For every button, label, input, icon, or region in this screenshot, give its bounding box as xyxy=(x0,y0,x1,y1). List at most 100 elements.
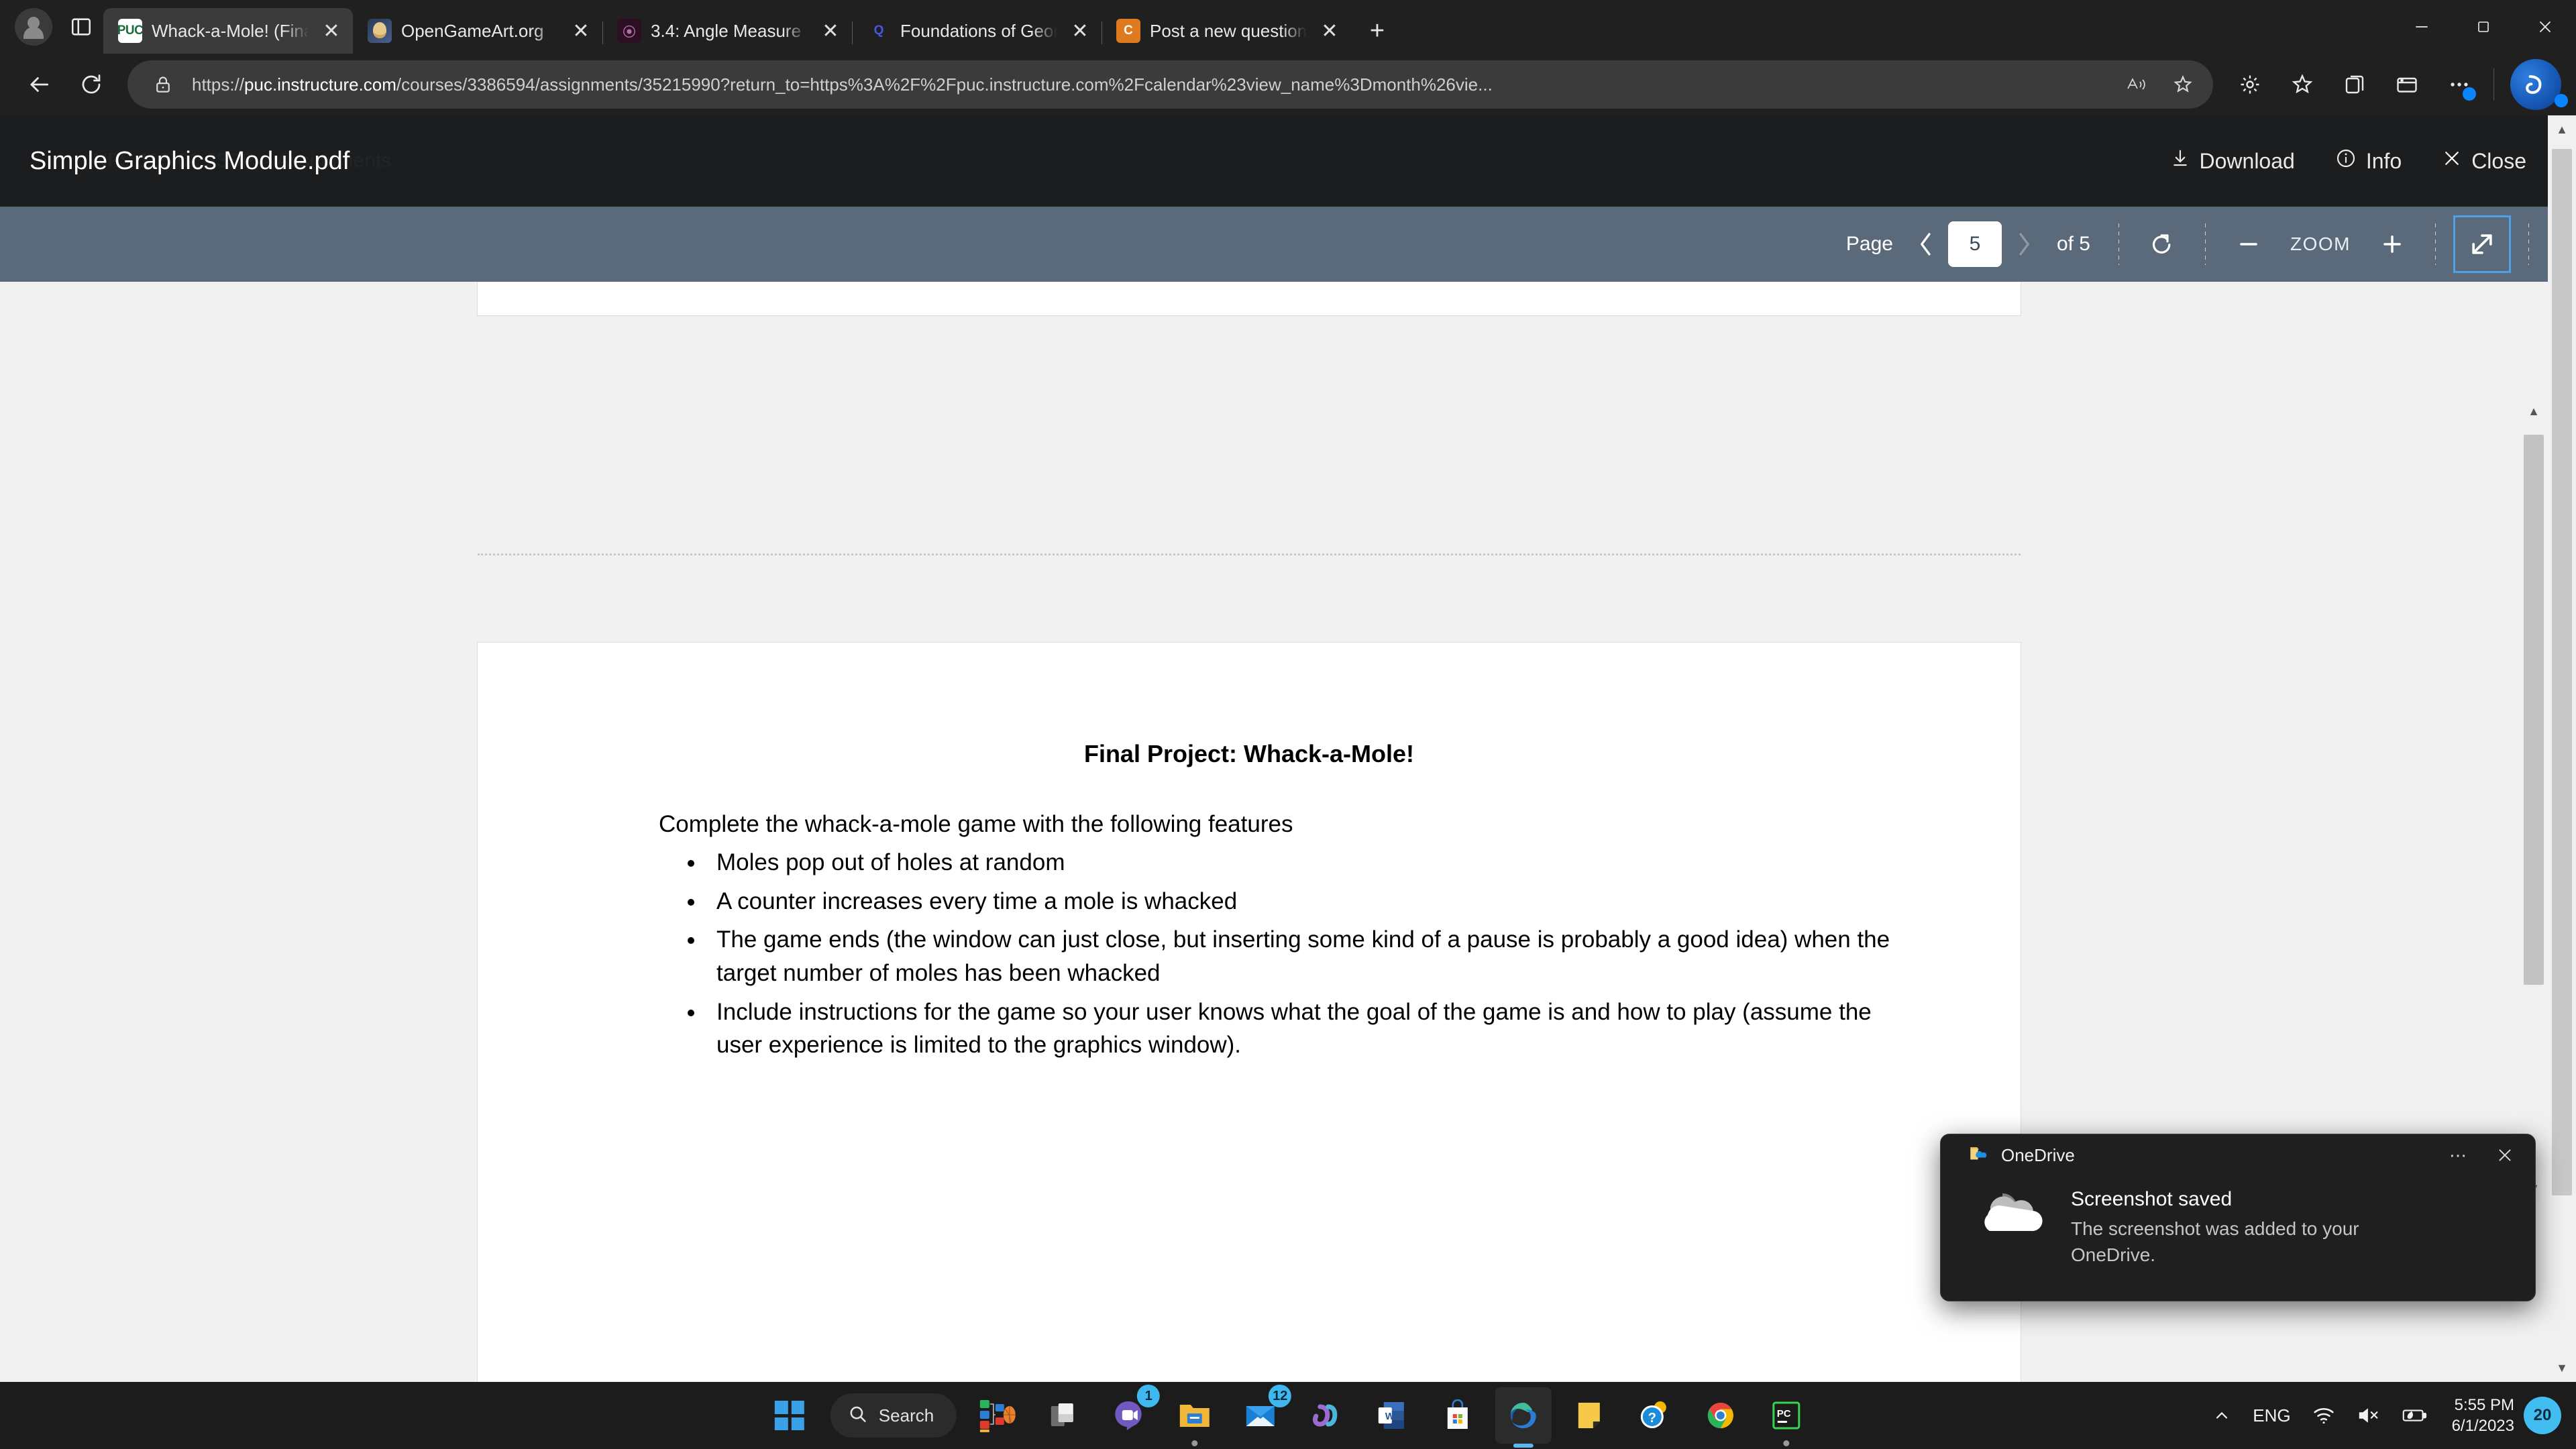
refresh-button[interactable] xyxy=(67,60,115,109)
favorites-icon[interactable] xyxy=(2277,60,2327,109)
taskbar-item-chrome[interactable] xyxy=(1693,1387,1749,1444)
taskbar-item-file-explorer-alt[interactable] xyxy=(1035,1387,1091,1444)
battery-saver-icon[interactable] xyxy=(2390,1392,2438,1439)
tab-foundations-of-geometry[interactable]: Q Foundations of Geometry - 9780 ✕ xyxy=(852,8,1102,54)
tab-close-icon[interactable]: ✕ xyxy=(1316,17,1343,44)
tab-whack-a-mole[interactable]: PUC Whack-a-Mole! (Final Project) ✕ xyxy=(103,8,353,54)
pdf-page-navigation: Page of 5 xyxy=(1835,221,2101,267)
fullscreen-button[interactable] xyxy=(2453,215,2511,273)
page-vertical-scrollbar[interactable]: ▲ ▼ xyxy=(2548,115,2576,1382)
address-bar-url: https://puc.instructure.com/courses/3386… xyxy=(192,74,1493,95)
chevron-up-icon[interactable] xyxy=(2202,1392,2242,1439)
pdf-vertical-scrollbar[interactable]: ▲ ▼ xyxy=(2520,397,2548,1202)
taskbar-item-mail[interactable]: 12 xyxy=(1232,1385,1292,1444)
info-button[interactable]: Info xyxy=(2315,130,2422,192)
volume-muted-icon[interactable] xyxy=(2346,1392,2390,1439)
taskbar-item-pycharm[interactable]: PC xyxy=(1758,1387,1815,1446)
list-item: Include instructions for the game so you… xyxy=(706,996,1913,1062)
pearson-icon: ⦿ xyxy=(617,19,641,43)
copilot-icon[interactable] xyxy=(2510,59,2561,110)
zoom-in-button[interactable] xyxy=(2367,219,2418,270)
scrollbar-thumb[interactable] xyxy=(2524,435,2544,985)
opengameart-icon xyxy=(368,19,392,43)
previous-page-button[interactable] xyxy=(1904,222,1948,266)
taskbar-badge: 1 xyxy=(1137,1385,1161,1407)
close-preview-button[interactable]: Close xyxy=(2422,130,2546,192)
pdf-preview-header: Simple Graphics Module.pdf Download Info… xyxy=(0,115,2576,207)
minimize-button[interactable] xyxy=(2391,0,2453,54)
toast-message: The screenshot was added to your OneDriv… xyxy=(2071,1218,2359,1265)
next-page-button[interactable] xyxy=(2002,222,2046,266)
taskbar-item-task-view[interactable] xyxy=(969,1387,1026,1444)
toast-header: OneDrive ⋯ xyxy=(1941,1134,2535,1176)
taskbar-item-copilot[interactable] xyxy=(1298,1387,1354,1444)
taskbar-item-edge[interactable] xyxy=(1495,1387,1552,1448)
browser-toolbar-actions xyxy=(2225,59,2561,110)
clock-time: 5:55 PM xyxy=(2454,1395,2514,1414)
page-number-input[interactable] xyxy=(1947,221,2002,267)
scrollbar-thumb[interactable] xyxy=(2552,149,2572,1195)
split-screen-icon[interactable] xyxy=(2382,60,2432,109)
tab-post-a-new-question[interactable]: C Post a new question ✕ xyxy=(1102,8,1351,54)
tab-title: OpenGameArt.org xyxy=(401,20,544,41)
language-indicator[interactable]: ENG xyxy=(2242,1392,2301,1439)
running-indicator xyxy=(1513,1444,1534,1448)
toast-text: Screenshot saved The screenshot was adde… xyxy=(2071,1183,2447,1268)
toolbar-divider xyxy=(2493,68,2494,101)
tab-close-icon[interactable]: ✕ xyxy=(318,17,345,44)
address-bar[interactable]: https://puc.instructure.com/courses/3386… xyxy=(127,60,2568,109)
profile-avatar-button[interactable] xyxy=(15,8,52,46)
close-window-button[interactable] xyxy=(2514,0,2576,54)
windows-start-icon[interactable] xyxy=(761,1387,818,1444)
toolbar-divider xyxy=(2118,223,2119,265)
maximize-button[interactable] xyxy=(2453,0,2514,54)
clock[interactable]: 5:55 PM 6/1/2023 xyxy=(2438,1395,2524,1436)
tab-actions-icon[interactable] xyxy=(66,11,97,42)
tab-opengameart[interactable]: OpenGameArt.org ✕ xyxy=(353,8,603,54)
tab-angle-measure[interactable]: ⦿ 3.4: Angle Measure and the Protr ✕ xyxy=(602,8,853,54)
close-icon[interactable] xyxy=(2487,1139,2523,1171)
document-bullet-list: Moles pop out of holes at random A count… xyxy=(706,846,1913,1062)
read-aloud-icon[interactable] xyxy=(2118,66,2154,103)
lock-icon xyxy=(145,66,181,103)
zoom-out-button[interactable] xyxy=(2223,219,2274,270)
wifi-icon[interactable] xyxy=(2302,1392,2346,1439)
document-heading: Final Project: Whack-a-Mole! xyxy=(1083,740,1415,767)
taskbar-item-teams[interactable]: 1 xyxy=(1101,1385,1161,1444)
notification-count-badge[interactable]: 20 xyxy=(2524,1397,2561,1434)
svg-text:?: ? xyxy=(1648,1411,1656,1426)
rotate-button[interactable] xyxy=(2137,219,2188,270)
more-options-icon[interactable]: ⋯ xyxy=(2440,1139,2476,1171)
browser-essentials-icon[interactable] xyxy=(2225,60,2275,109)
back-button[interactable] xyxy=(15,60,63,109)
scroll-up-icon[interactable]: ▲ xyxy=(2548,115,2576,144)
taskbar-item-help[interactable]: ? xyxy=(1627,1387,1683,1444)
taskbar-badge: 12 xyxy=(1269,1385,1292,1407)
onedrive-notification-toast[interactable]: OneDrive ⋯ Screenshot saved The screensh… xyxy=(1940,1134,2536,1301)
pdf-page-4 xyxy=(478,282,2021,315)
scroll-down-icon[interactable]: ▼ xyxy=(2548,1354,2576,1382)
download-button[interactable]: Download xyxy=(2150,130,2315,192)
chegg-icon: C xyxy=(1116,19,1140,43)
toast-app-name: OneDrive xyxy=(2001,1144,2075,1165)
taskbar-item-word[interactable]: W xyxy=(1364,1387,1420,1444)
collections-icon[interactable] xyxy=(2330,60,2379,109)
puc-icon: PUC xyxy=(118,19,142,43)
search-input[interactable]: Search xyxy=(830,1393,957,1438)
scroll-up-icon[interactable]: ▲ xyxy=(2520,397,2548,425)
search-icon xyxy=(848,1404,868,1428)
clock-date: 6/1/2023 xyxy=(2451,1417,2514,1435)
tab-close-icon[interactable]: ✕ xyxy=(1067,17,1093,44)
tab-close-icon[interactable]: ✕ xyxy=(817,17,844,44)
tab-title: 3.4: Angle Measure and the Protr xyxy=(651,20,808,41)
update-badge xyxy=(2463,87,2476,101)
new-tab-button[interactable]: + xyxy=(1358,11,1397,50)
tab-close-icon[interactable]: ✕ xyxy=(568,17,594,44)
pdf-file-name: Simple Graphics Module.pdf xyxy=(30,146,350,175)
taskbar-item-sticky-notes[interactable] xyxy=(1561,1387,1617,1444)
taskbar-item-microsoft-store[interactable] xyxy=(1430,1387,1486,1444)
taskbar-item-file-explorer[interactable] xyxy=(1167,1387,1223,1446)
add-to-favorites-icon[interactable] xyxy=(2165,66,2568,107)
browser-tab-strip: PUC Whack-a-Mole! (Final Project) ✕ Open… xyxy=(0,0,2576,54)
settings-and-more-icon[interactable] xyxy=(2434,60,2484,109)
